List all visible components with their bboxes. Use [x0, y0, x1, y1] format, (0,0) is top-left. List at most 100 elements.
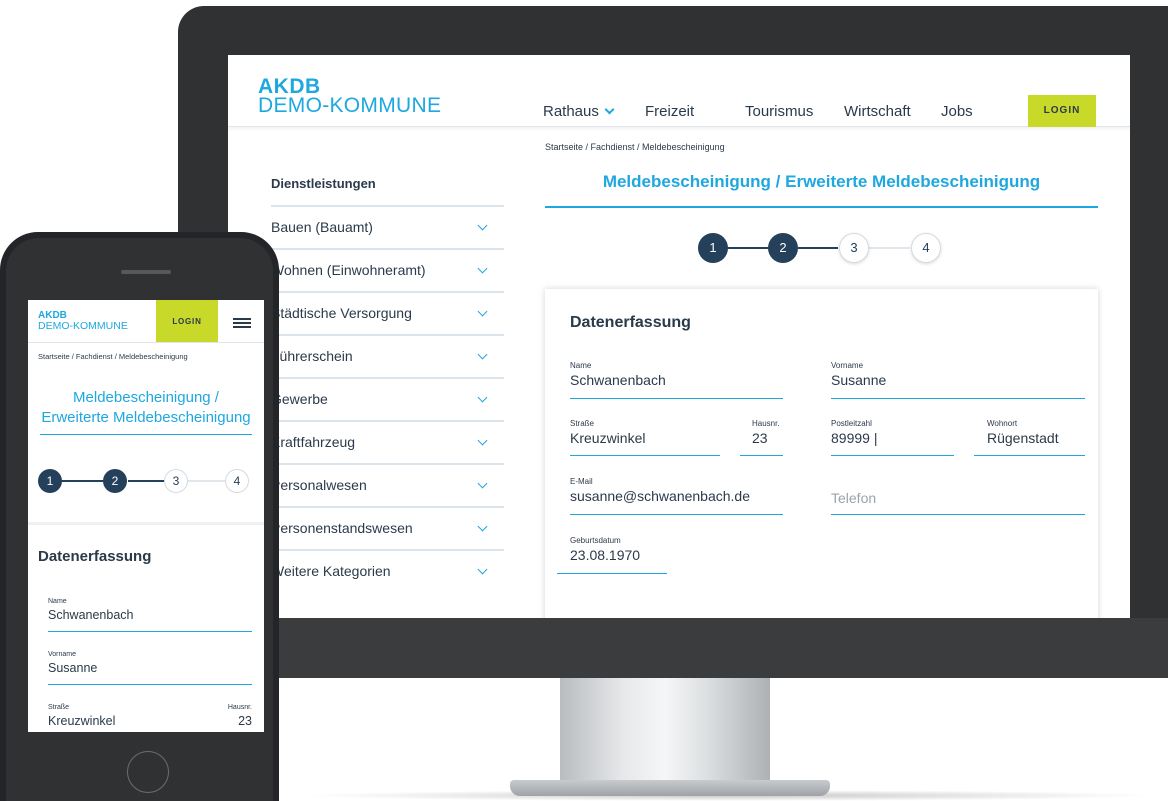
chevron-down-icon — [477, 478, 488, 489]
desktop-screen: AKDB DEMO-KOMMUNE Rathaus Freizeit Touri… — [228, 55, 1130, 618]
sidebar-item-personalwesen[interactable]: Personalwesen — [271, 463, 504, 506]
stepper-line-done — [798, 247, 838, 249]
postleitzahl-field[interactable]: Postleitzahl 89999 | — [831, 419, 954, 456]
title-underline — [545, 206, 1098, 208]
sidebar-item-fuehrerschein[interactable]: Führerschein — [271, 334, 504, 377]
vorname-label: Vorname — [831, 361, 864, 370]
mobile-strasse-value: Kreuzwinkel — [48, 714, 116, 728]
mobile-title-line-1: Meldebescheinigung / — [73, 389, 219, 406]
sidebar-item-gewerbe[interactable]: Gewerbe — [271, 377, 504, 420]
mobile-login-button[interactable]: LOGIN — [156, 300, 218, 342]
nav-tourismus[interactable]: Tourismus — [745, 103, 813, 120]
step-3[interactable]: 3 — [839, 233, 869, 263]
chevron-down-icon — [477, 521, 488, 532]
mobile-step-3[interactable]: 3 — [164, 469, 188, 493]
mobile-logo-demo-kommune[interactable]: DEMO-KOMMUNE — [38, 320, 128, 332]
nav-rathaus-label: Rathaus — [543, 103, 599, 120]
chevron-down-icon — [477, 263, 488, 274]
chevron-down-icon — [477, 349, 488, 360]
phone-speaker — [121, 270, 171, 274]
mobile-strasse-field[interactable]: Straße Kreuzwinkel Hausnr. 23 — [48, 704, 252, 732]
chevron-down-icon — [477, 306, 488, 317]
chevron-down-icon — [477, 564, 488, 575]
mobile-vorname-value: Susanne — [48, 661, 98, 675]
name-value: Schwanenbach — [570, 372, 666, 388]
mobile-step-4[interactable]: 4 — [225, 469, 249, 493]
sidebar-item-wohnen[interactable]: Wohnen (Einwohneramt) — [271, 248, 504, 291]
login-button[interactable]: LOGIN — [1028, 95, 1096, 127]
mobile-step-2[interactable]: 2 — [103, 469, 127, 493]
name-label: Name — [570, 361, 592, 370]
mobile-stepper-line-todo — [188, 480, 228, 482]
phone-home-button[interactable] — [127, 751, 169, 793]
wohnort-label: Wohnort — [987, 419, 1018, 428]
monitor-chin — [178, 618, 1168, 678]
geburtsdatum-value: 23.08.1970 — [570, 547, 641, 563]
nav-jobs[interactable]: Jobs — [941, 103, 973, 120]
sidebar-item-weitere[interactable]: Weitere Kategorien — [271, 549, 504, 592]
breadcrumb[interactable]: Startseite / Fachdienst / Meldebescheini… — [545, 142, 725, 152]
chevron-down-icon — [477, 392, 488, 403]
mobile-name-value: Schwanenbach — [48, 608, 134, 622]
sidebar-item-label: Städtische Versorgung — [271, 305, 412, 321]
step-1[interactable]: 1 — [698, 233, 728, 263]
step-2[interactable]: 2 — [768, 233, 798, 263]
chevron-down-icon — [477, 220, 488, 231]
postleitzahl-label: Postleitzahl — [831, 419, 872, 428]
nav-wirtschaft[interactable]: Wirtschaft — [844, 103, 911, 120]
email-label: E-Mail — [570, 477, 593, 486]
mobile-strasse-label: Straße — [48, 704, 70, 711]
hausnr-label: Hausnr. — [752, 419, 780, 428]
mobile-hausnr-label: Hausnr. — [227, 704, 252, 711]
sidebar-item-label: Führerschein — [271, 348, 353, 364]
form-title: Datenerfassung — [570, 314, 691, 331]
mobile-step-1[interactable]: 1 — [38, 469, 62, 493]
name-field[interactable]: Name Schwanenbach — [570, 361, 783, 399]
page-title: Meldebescheinigung / Erweiterte Meldebes… — [602, 172, 1041, 191]
telefon-field[interactable]: Telefon — [831, 477, 1085, 515]
postleitzahl-value: 89999 | — [831, 430, 878, 446]
mobile-breadcrumb[interactable]: Startseite / Fachdienst / Meldebescheini… — [38, 352, 188, 361]
hamburger-menu-icon[interactable] — [233, 318, 251, 328]
sidebar-item-label: Wohnen (Einwohneramt) — [271, 262, 426, 278]
sidebar-item-personenstandswesen[interactable]: Personenstandswesen — [271, 506, 504, 549]
stepper-line-todo — [868, 247, 910, 249]
strasse-field[interactable]: Straße Kreuzwinkel — [570, 419, 720, 456]
sidebar-item-label: Kraftfahrzeug — [271, 434, 356, 450]
wohnort-value: Rügenstadt — [987, 430, 1059, 446]
geburtsdatum-field[interactable]: Geburtsdatum 23.08.1970 — [557, 536, 667, 574]
sidebar-heading: Dienstleistungen — [271, 176, 376, 191]
mobile-title-underline — [40, 434, 252, 435]
sidebar-item-label: Gewerbe — [271, 391, 328, 407]
nav-rathaus[interactable]: Rathaus — [543, 103, 615, 120]
logo-demo-kommune[interactable]: DEMO-KOMMUNE — [258, 94, 441, 118]
email-field[interactable]: E-Mail susanne@schwanenbach.de — [570, 477, 783, 515]
chevron-down-icon — [477, 435, 488, 446]
site-header: AKDB DEMO-KOMMUNE Rathaus Freizeit Touri… — [228, 55, 1130, 127]
sidebar-item-bauen[interactable]: Bauen (Bauamt) — [271, 205, 504, 248]
mobile-hausnr-value: 23 — [238, 714, 252, 728]
sidebar-item-label: Personenstandswesen — [271, 520, 413, 536]
mobile-name-field[interactable]: Name Schwanenbach — [48, 598, 252, 632]
mobile-section-divider — [28, 522, 264, 525]
chevron-down-icon — [604, 104, 615, 115]
sidebar-item-versorgung[interactable]: Städtische Versorgung — [271, 291, 504, 334]
nav-freizeit[interactable]: Freizeit — [645, 103, 694, 120]
mobile-name-label: Name — [48, 598, 67, 605]
form-card: Datenerfassung Name Schwanenbach Vorname… — [545, 289, 1098, 618]
wohnort-field[interactable]: Wohnort Rügenstadt — [974, 419, 1085, 456]
hausnr-value: 23 — [752, 430, 768, 446]
mobile-form-title: Datenerfassung — [38, 548, 152, 565]
mobile-vorname-field[interactable]: Vorname Susanne — [48, 651, 252, 685]
telefon-placeholder: Telefon — [831, 490, 877, 506]
step-4[interactable]: 4 — [911, 233, 941, 263]
strasse-value: Kreuzwinkel — [570, 430, 646, 446]
sidebar-item-label: Weitere Kategorien — [271, 563, 391, 579]
monitor-stand — [560, 678, 770, 782]
sidebar-item-kraftfahrzeug[interactable]: Kraftfahrzeug — [271, 420, 504, 463]
vorname-field[interactable]: Vorname Susanne — [831, 361, 1085, 399]
mobile-header-divider — [28, 342, 264, 343]
strasse-label: Straße — [570, 419, 595, 428]
mobile-stepper-line-done — [128, 480, 168, 482]
hausnr-field[interactable]: Hausnr. 23 — [740, 419, 783, 456]
